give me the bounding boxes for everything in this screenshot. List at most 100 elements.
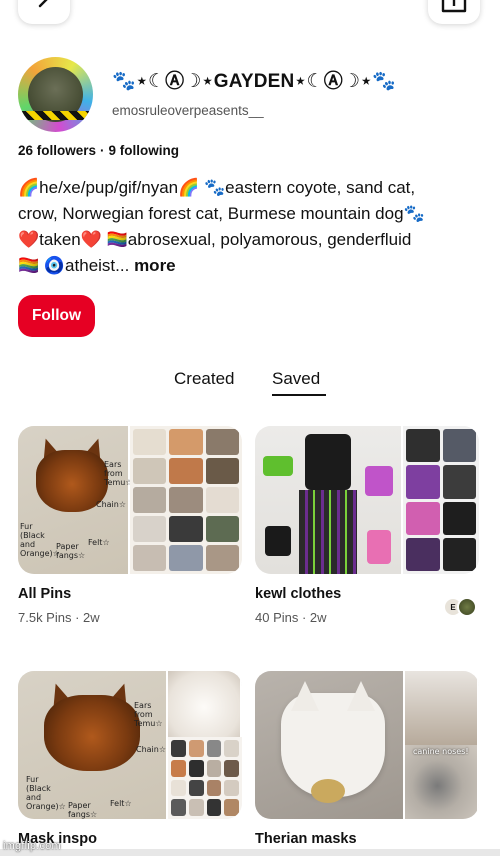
board-title: All Pins [18,586,72,602]
note-fur: Fur (Black and Orange)☆ [26,775,66,811]
collage-tile [188,799,204,816]
collage-tile [205,458,239,484]
board-cover: canine noses! [255,671,479,819]
mask-ear [291,681,319,711]
cover-image-blank-mask [255,671,405,819]
cover-collage [403,426,479,574]
profile-bio: 🌈he/xe/pup/gif/nyan🌈 🐾eastern coyote, sa… [18,175,488,279]
bio-line: 🌈he/xe/pup/gif/nyan🌈 🐾eastern coyote, sa… [18,178,416,197]
collage-tile [442,501,476,535]
cover-image-canine-noses: canine noses! [405,745,479,819]
collage-tile [205,516,239,542]
board-card[interactable]: Ears from Temu☆ Chain☆ Fur (Black and Or… [18,426,242,625]
collage-tile [224,740,239,757]
follow-button[interactable]: Follow [18,295,95,337]
outfit-accessory [263,456,293,476]
follow-stats: 26 followers · 9 following [18,143,179,158]
note-canine-noses: canine noses! [413,747,469,756]
collage-tile [169,487,203,513]
collage-tile [406,465,440,499]
board-title: kewl clothes [255,586,342,602]
cover-image-mask: Ears from Temu☆ Chain☆ Fur (Black and Or… [18,426,133,574]
collage-tile [224,799,239,816]
back-button[interactable] [18,0,70,24]
mask-mouth-hole [311,779,345,803]
board-cover: Ears from Temu☆ Chain☆ Fur (Black and Or… [18,671,242,819]
collage-tile [206,759,222,777]
collage-tile [442,537,476,571]
note-felt: Felt☆ [88,538,110,547]
active-tab-indicator [272,394,326,396]
board-title: Therian masks [255,831,357,847]
bottom-edge-bar [0,849,500,856]
cover-image-white-mask [168,671,242,737]
mask-fur [44,695,140,771]
followers-count[interactable]: 26 followers [18,143,96,158]
note-ears: Ears from Temu☆ [134,701,163,728]
collage-tile [206,740,222,757]
collage-tile [406,429,440,463]
cover-image-mask: Ears from Temu☆ Chain☆ Fur (Black and Or… [18,671,168,819]
collage-tile [133,429,167,455]
collage-tile [442,465,476,499]
board-cover: Ears from Temu☆ Chain☆ Fur (Black and Or… [18,426,242,574]
cover-collage [168,737,242,819]
profile-display-name: 🐾⋆☾Ⓐ☽⋆GAYDEN⋆☾Ⓐ☽⋆🐾 [112,71,397,92]
collage-tile [169,545,203,571]
collage-tile [188,759,204,777]
note-chain: Chain☆ [96,500,127,509]
bio-line: ❤️taken❤️ 🏳️‍🌈abrosexual, polyamorous, g… [18,230,412,249]
avatar-caution-tape [18,111,93,120]
bio-line: crow, Norwegian forest cat, Burmese moun… [18,204,425,223]
following-count[interactable]: 9 following [109,143,180,158]
bio-line-text: 🏳️‍🌈 🧿atheist... [18,256,130,275]
collage-tile [205,487,239,513]
collage-tile [133,458,167,484]
note-chain: Chain☆ [136,745,167,754]
note-fur: Fur (Black and Orange)☆ [20,522,60,558]
tab-created[interactable]: Created [174,369,234,389]
collage-tile [205,429,239,455]
outfit-top [305,434,351,490]
note-fangs: Paper fangs☆ [56,542,86,560]
bio-more-link[interactable]: more [134,256,176,275]
board-title-row: kewl clothes E [255,586,479,617]
collage-tile [205,545,239,571]
note-ears: Ears from Temu☆ [104,460,133,487]
outfit-pants [299,490,357,574]
collage-tile [188,740,204,757]
collage-tile [206,779,222,797]
tab-saved[interactable]: Saved [272,369,320,389]
collage-tile [169,429,203,455]
share-button[interactable] [428,0,480,24]
collage-tile [171,799,186,816]
outfit-accessory [367,530,391,564]
watermark: imgflip.com [3,840,61,852]
collage-tile [188,779,204,797]
collage-tile [133,516,167,542]
board-meta: 7.5k Pins · 2w [18,610,100,625]
chevron-left-icon [38,0,48,8]
collage-tile [406,501,440,535]
collaborator-avatars[interactable]: E [443,597,479,617]
collage-tile [442,429,476,463]
outfit-bag [265,526,291,556]
note-fangs: Paper fangs☆ [68,801,98,819]
collage-tile [171,759,186,777]
cover-collage [130,426,242,574]
board-card[interactable]: Ears from Temu☆ Chain☆ Fur (Black and Or… [18,671,242,847]
collage-tile [133,487,167,513]
outfit-accessory [365,466,393,496]
profile-tabs: Created Saved [0,369,500,401]
collage-tile [224,779,239,797]
profile-username: emosruleoverpeasents__ [112,103,264,118]
profile-avatar[interactable] [18,57,93,132]
stats-separator: · [100,143,105,158]
board-card[interactable]: canine noses! Therian masks [255,671,479,847]
mask-ear [347,681,375,711]
collage-tile [224,759,239,777]
board-card[interactable]: kewl clothes E 40 Pins · 2w [255,426,479,625]
collage-tile [406,537,440,571]
collage-tile [171,779,186,797]
collage-tile [133,545,167,571]
